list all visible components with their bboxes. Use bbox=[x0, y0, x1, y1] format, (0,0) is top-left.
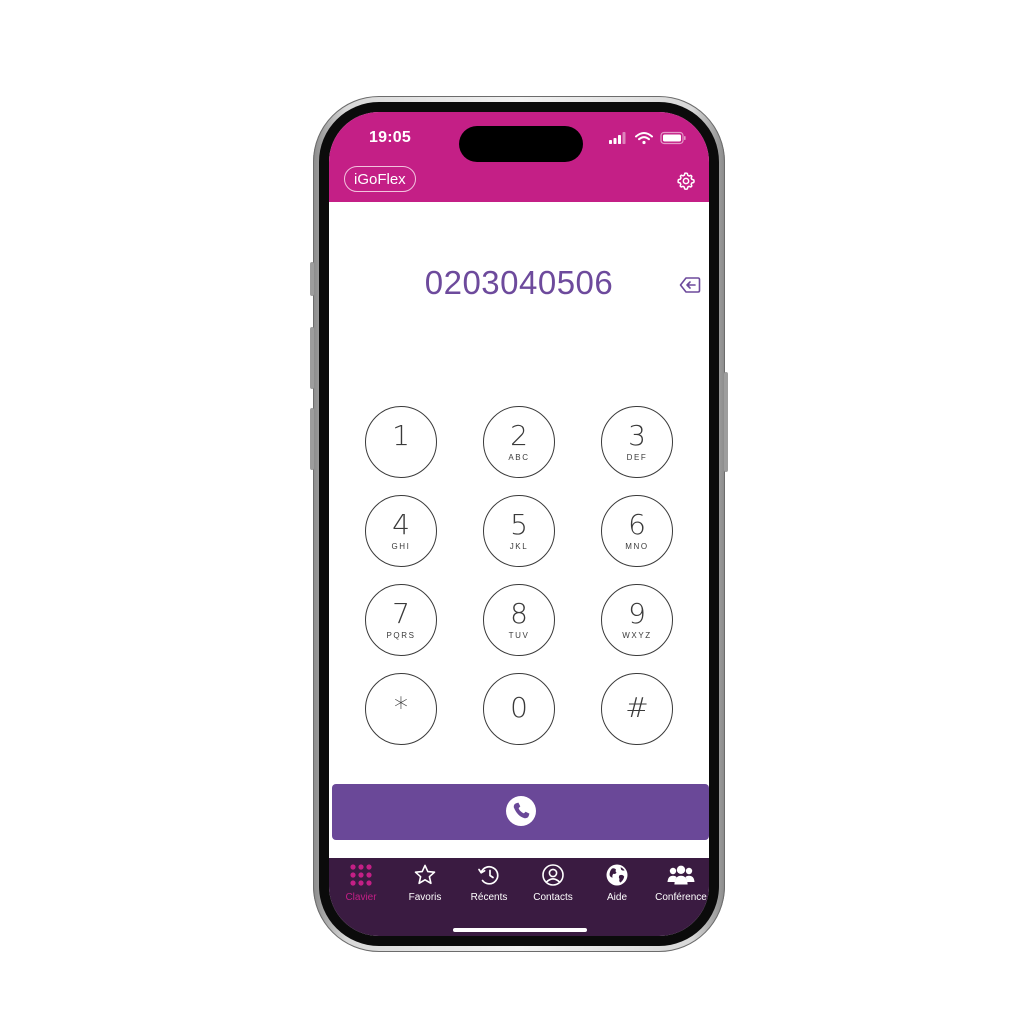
key-digit: 0 bbox=[510, 691, 528, 724]
key-letters: JKL bbox=[509, 542, 529, 551]
key-digit: 3 bbox=[628, 419, 646, 452]
key-digit: 2 bbox=[510, 419, 528, 452]
key-6[interactable]: 6 MNO bbox=[601, 495, 673, 567]
key-digit: 9 bbox=[628, 597, 646, 630]
power-button bbox=[724, 372, 728, 472]
bottom-tab-bar: Clavier Favoris Récents Contacts Aide Co… bbox=[329, 858, 709, 936]
call-button[interactable] bbox=[332, 784, 709, 840]
key-3[interactable]: 3 DEF bbox=[601, 406, 673, 478]
user-circle-icon bbox=[542, 864, 564, 886]
home-indicator bbox=[453, 928, 587, 932]
key-7[interactable]: 7 PQRS bbox=[365, 584, 437, 656]
key-star[interactable]: * bbox=[365, 673, 437, 745]
tab-recents[interactable]: Récents bbox=[457, 858, 521, 914]
battery-icon bbox=[660, 131, 686, 145]
key-digit: 1 bbox=[392, 419, 410, 452]
wifi-icon bbox=[635, 132, 653, 145]
key-4[interactable]: 4 GHI bbox=[365, 495, 437, 567]
key-letters: WXYZ bbox=[622, 631, 652, 640]
key-letters: ABC bbox=[508, 453, 530, 462]
history-clock-icon bbox=[478, 866, 499, 885]
volume-up-button bbox=[310, 327, 314, 389]
action-button bbox=[310, 262, 314, 296]
key-digit: * bbox=[394, 691, 408, 724]
key-digit: 4 bbox=[392, 508, 410, 541]
cellular-signal-icon bbox=[609, 132, 626, 144]
key-9[interactable]: 9 WXYZ bbox=[601, 584, 673, 656]
tab-conference[interactable]: Conférence bbox=[649, 858, 709, 914]
star-icon bbox=[414, 864, 436, 885]
key-digit: 6 bbox=[628, 508, 646, 541]
app-header: 19:05 iGoFlex bbox=[329, 112, 709, 202]
tab-aide[interactable]: Aide bbox=[585, 858, 649, 914]
key-digit: # bbox=[625, 691, 649, 724]
group-users-icon bbox=[667, 865, 695, 885]
key-8[interactable]: 8 TUV bbox=[483, 584, 555, 656]
key-letters: GHI bbox=[391, 542, 411, 551]
dialed-number: 0203040506 bbox=[424, 264, 614, 301]
key-digit: 8 bbox=[510, 597, 528, 630]
globe-icon bbox=[606, 864, 628, 886]
status-time: 19:05 bbox=[369, 129, 411, 146]
key-0[interactable]: 0 bbox=[483, 673, 555, 745]
phone-call-icon bbox=[506, 796, 536, 826]
key-hash[interactable]: # bbox=[601, 673, 673, 745]
tab-contacts[interactable]: Contacts bbox=[521, 858, 585, 914]
tab-clavier[interactable]: Clavier bbox=[329, 858, 393, 914]
volume-down-button bbox=[310, 408, 314, 470]
key-letters: PQRS bbox=[386, 631, 416, 640]
key-2[interactable]: 2 ABC bbox=[483, 406, 555, 478]
key-1[interactable]: 1 bbox=[365, 406, 437, 478]
status-icons bbox=[609, 131, 686, 145]
keypad-grid-icon bbox=[350, 864, 372, 886]
key-letters: MNO bbox=[625, 542, 649, 551]
tab-favoris[interactable]: Favoris bbox=[393, 858, 457, 914]
key-5[interactable]: 5 JKL bbox=[483, 495, 555, 567]
key-letters: DEF bbox=[626, 453, 648, 462]
brand-logo-button[interactable]: iGoFlex bbox=[344, 166, 416, 192]
phone-screen: 19:05 iGoFlex 0203040506 1 2 ABC 3 DEF 4… bbox=[329, 112, 709, 936]
key-digit: 7 bbox=[392, 597, 410, 630]
key-digit: 5 bbox=[510, 508, 528, 541]
gear-icon[interactable] bbox=[676, 171, 696, 191]
dynamic-island bbox=[459, 126, 583, 162]
tab-label: Conférence bbox=[655, 892, 707, 903]
backspace-icon[interactable] bbox=[679, 276, 701, 294]
key-letters: TUV bbox=[508, 631, 530, 640]
